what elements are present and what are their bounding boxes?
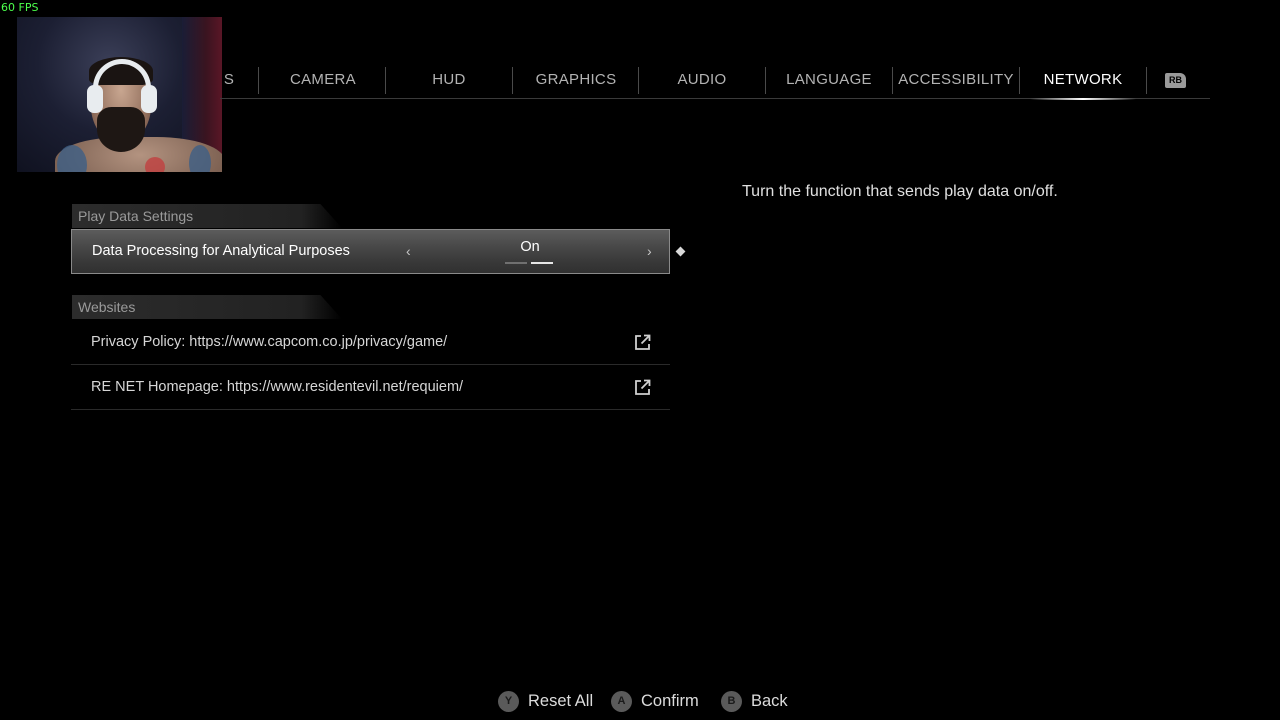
settings-tab-bar: S CAMERA HUD GRAPHICS AUDIO LANGUAGE ACC… [220,62,1210,100]
reset-all-label: Reset All [528,691,594,710]
webcam-overlay [17,17,222,172]
tab-divider [258,67,259,94]
tab-graphics[interactable]: GRAPHICS [513,62,639,98]
section-header-play-data: Play Data Settings [72,204,342,228]
selection-diamond-icon [675,246,686,257]
link-label: RE NET Homepage: https://www.residentevi… [91,379,464,395]
chevron-left-icon[interactable]: ‹ [406,230,411,273]
external-link-icon [635,379,651,395]
tab-network[interactable]: NETWORK [1020,62,1146,100]
setting-description: Turn the function that sends play data o… [742,183,1058,200]
reset-all-hint[interactable]: Y Reset All [498,688,593,714]
option-indicator [505,262,555,264]
back-label: Back [751,691,788,710]
y-button-icon: Y [498,690,519,712]
tab-audio[interactable]: AUDIO [639,62,765,98]
tab-divider [1146,67,1147,94]
fps-counter: 60 FPS [1,1,39,14]
chevron-right-icon[interactable]: › [647,230,652,273]
setting-label: Data Processing for Analytical Purposes [92,243,350,259]
b-button-icon: B [721,690,742,712]
confirm-hint[interactable]: A Confirm [611,688,699,714]
rb-bumper-icon[interactable]: RB [1165,73,1186,88]
tab-hud[interactable]: HUD [386,62,512,98]
tab-previous-partial[interactable]: S [220,62,238,98]
section-header-websites: Websites [72,295,342,319]
option-pip [505,262,527,264]
option-pip [531,262,553,264]
tab-camera[interactable]: CAMERA [260,62,386,98]
button-hints: Y Reset All A Confirm B Back [0,688,1280,714]
tab-language[interactable]: LANGUAGE [766,62,892,98]
setting-row-data-processing[interactable]: Data Processing for Analytical Purposes … [71,229,670,274]
confirm-label: Confirm [641,691,699,710]
external-link-icon [635,334,651,350]
link-label: Privacy Policy: https://www.capcom.co.jp… [91,334,448,350]
a-button-icon: A [611,690,632,712]
link-row-re-net-homepage[interactable]: RE NET Homepage: https://www.residentevi… [71,365,670,410]
link-row-privacy-policy[interactable]: Privacy Policy: https://www.capcom.co.jp… [71,320,670,365]
setting-value: On [520,239,540,255]
back-hint[interactable]: B Back [721,688,788,714]
tab-accessibility[interactable]: ACCESSIBILITY [893,62,1019,98]
